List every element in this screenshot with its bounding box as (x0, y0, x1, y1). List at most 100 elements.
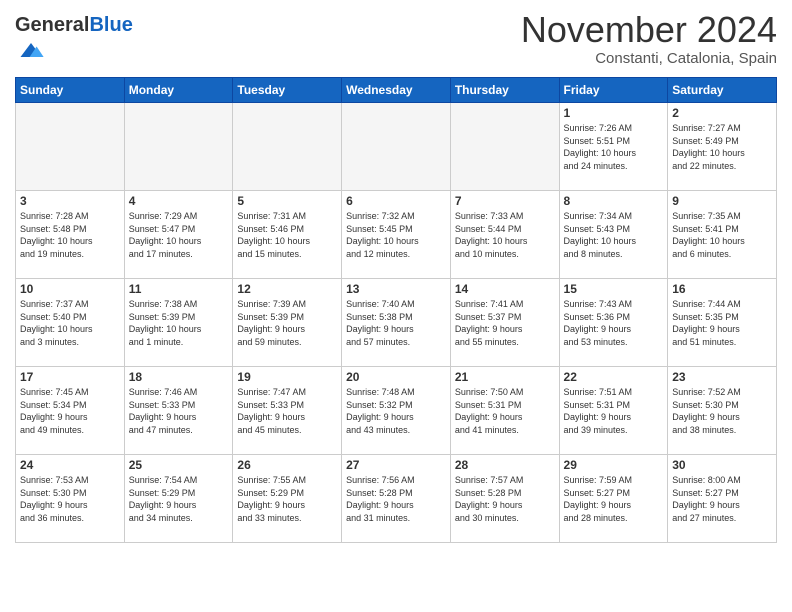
day-info: Sunrise: 7:45 AM Sunset: 5:34 PM Dayligh… (20, 386, 120, 436)
day-number: 27 (346, 458, 446, 472)
calendar-header-sunday: Sunday (16, 78, 125, 103)
calendar-day: 18Sunrise: 7:46 AM Sunset: 5:33 PM Dayli… (124, 367, 233, 455)
calendar-day: 12Sunrise: 7:39 AM Sunset: 5:39 PM Dayli… (233, 279, 342, 367)
location: Constanti, Catalonia, Spain (521, 50, 777, 67)
calendar-header-tuesday: Tuesday (233, 78, 342, 103)
day-info: Sunrise: 8:00 AM Sunset: 5:27 PM Dayligh… (672, 474, 772, 524)
day-info: Sunrise: 7:27 AM Sunset: 5:49 PM Dayligh… (672, 122, 772, 172)
calendar-day: 9 Sunrise: 7:35 AM Sunset: 5:41 PM Daylig… (668, 191, 777, 279)
day-number: 9 (672, 194, 772, 208)
day-number: 30 (672, 458, 772, 472)
day-info: Sunrise: 7:33 AM Sunset: 5:44 PM Dayligh… (455, 210, 555, 260)
calendar-day (233, 103, 342, 191)
day-info: Sunrise: 7:47 AM Sunset: 5:33 PM Dayligh… (237, 386, 337, 436)
day-number: 6 (346, 194, 446, 208)
day-info: Sunrise: 7:59 AM Sunset: 5:27 PM Dayligh… (564, 474, 664, 524)
calendar-day (450, 103, 559, 191)
calendar-day: 26 Sunrise: 7:55 AM Sunset: 5:29 PM Dayli… (233, 455, 342, 543)
calendar-week-3: 17Sunrise: 7:45 AM Sunset: 5:34 PM Dayli… (16, 367, 777, 455)
calendar-week-1: 3Sunrise: 7:28 AM Sunset: 5:48 PM Daylig… (16, 191, 777, 279)
logo-text: GeneralBlue (15, 14, 133, 36)
day-info: Sunrise: 7:29 AM Sunset: 5:47 PM Dayligh… (129, 210, 229, 260)
day-info: Sunrise: 7:51 AM Sunset: 5:31 PM Dayligh… (564, 386, 664, 436)
day-info: Sunrise: 7:38 AM Sunset: 5:39 PM Dayligh… (129, 298, 229, 348)
day-number: 16 (672, 282, 772, 296)
calendar-day (16, 103, 125, 191)
calendar-day: 21Sunrise: 7:50 AM Sunset: 5:31 PM Dayli… (450, 367, 559, 455)
day-number: 24 (20, 458, 120, 472)
day-info: Sunrise: 7:46 AM Sunset: 5:33 PM Dayligh… (129, 386, 229, 436)
logo-general: General (15, 14, 89, 36)
day-number: 28 (455, 458, 555, 472)
day-info: Sunrise: 7:35 AM Sunset: 5:41 PM Dayligh… (672, 210, 772, 260)
day-number: 11 (129, 282, 229, 296)
calendar-day: 3Sunrise: 7:28 AM Sunset: 5:48 PM Daylig… (16, 191, 125, 279)
day-number: 13 (346, 282, 446, 296)
calendar-day: 27 Sunrise: 7:56 AM Sunset: 5:28 PM Dayli… (342, 455, 451, 543)
calendar-day: 6 Sunrise: 7:32 AM Sunset: 5:45 PM Daylig… (342, 191, 451, 279)
day-info: Sunrise: 7:41 AM Sunset: 5:37 PM Dayligh… (455, 298, 555, 348)
day-number: 4 (129, 194, 229, 208)
day-info: Sunrise: 7:55 AM Sunset: 5:29 PM Dayligh… (237, 474, 337, 524)
day-number: 15 (564, 282, 664, 296)
day-info: Sunrise: 7:32 AM Sunset: 5:45 PM Dayligh… (346, 210, 446, 260)
calendar-day: 24 Sunrise: 7:53 AM Sunset: 5:30 PM Dayli… (16, 455, 125, 543)
calendar-day: 8 Sunrise: 7:34 AM Sunset: 5:43 PM Daylig… (559, 191, 668, 279)
calendar-day: 10 Sunrise: 7:37 AM Sunset: 5:40 PM Dayli… (16, 279, 125, 367)
day-info: Sunrise: 7:57 AM Sunset: 5:28 PM Dayligh… (455, 474, 555, 524)
calendar-day: 11 Sunrise: 7:38 AM Sunset: 5:39 PM Dayli… (124, 279, 233, 367)
calendar-day: 5 Sunrise: 7:31 AM Sunset: 5:46 PM Daylig… (233, 191, 342, 279)
calendar-day: 14 Sunrise: 7:41 AM Sunset: 5:37 PM Dayli… (450, 279, 559, 367)
day-info: Sunrise: 7:48 AM Sunset: 5:32 PM Dayligh… (346, 386, 446, 436)
calendar-day: 20Sunrise: 7:48 AM Sunset: 5:32 PM Dayli… (342, 367, 451, 455)
day-info: Sunrise: 7:26 AM Sunset: 5:51 PM Dayligh… (564, 122, 664, 172)
logo-icon (17, 36, 45, 64)
calendar-day: 23Sunrise: 7:52 AM Sunset: 5:30 PM Dayli… (668, 367, 777, 455)
day-number: 14 (455, 282, 555, 296)
calendar-header-saturday: Saturday (668, 78, 777, 103)
calendar-day: 2 Sunrise: 7:27 AM Sunset: 5:49 PM Daylig… (668, 103, 777, 191)
calendar-header-wednesday: Wednesday (342, 78, 451, 103)
calendar-day (342, 103, 451, 191)
day-number: 26 (237, 458, 337, 472)
calendar-day: 15 Sunrise: 7:43 AM Sunset: 5:36 PM Dayli… (559, 279, 668, 367)
calendar-day: 19 Sunrise: 7:47 AM Sunset: 5:33 PM Dayli… (233, 367, 342, 455)
day-info: Sunrise: 7:54 AM Sunset: 5:29 PM Dayligh… (129, 474, 229, 524)
day-number: 22 (564, 370, 664, 384)
calendar-day: 30 Sunrise: 8:00 AM Sunset: 5:27 PM Dayli… (668, 455, 777, 543)
calendar-day: 25Sunrise: 7:54 AM Sunset: 5:29 PM Dayli… (124, 455, 233, 543)
logo: GeneralBlue (15, 14, 133, 69)
calendar-day: 29 Sunrise: 7:59 AM Sunset: 5:27 PM Dayli… (559, 455, 668, 543)
day-number: 5 (237, 194, 337, 208)
day-info: Sunrise: 7:56 AM Sunset: 5:28 PM Dayligh… (346, 474, 446, 524)
calendar-day: 13Sunrise: 7:40 AM Sunset: 5:38 PM Dayli… (342, 279, 451, 367)
day-number: 10 (20, 282, 120, 296)
calendar-day (124, 103, 233, 191)
day-info: Sunrise: 7:34 AM Sunset: 5:43 PM Dayligh… (564, 210, 664, 260)
day-number: 21 (455, 370, 555, 384)
calendar-day: 16Sunrise: 7:44 AM Sunset: 5:35 PM Dayli… (668, 279, 777, 367)
day-info: Sunrise: 7:53 AM Sunset: 5:30 PM Dayligh… (20, 474, 120, 524)
day-info: Sunrise: 7:39 AM Sunset: 5:39 PM Dayligh… (237, 298, 337, 348)
day-number: 2 (672, 106, 772, 120)
calendar-day: 7 Sunrise: 7:33 AM Sunset: 5:44 PM Daylig… (450, 191, 559, 279)
day-number: 19 (237, 370, 337, 384)
logo-blue: Blue (89, 14, 132, 36)
calendar-day: 1Sunrise: 7:26 AM Sunset: 5:51 PM Daylig… (559, 103, 668, 191)
day-info: Sunrise: 7:37 AM Sunset: 5:40 PM Dayligh… (20, 298, 120, 348)
calendar: SundayMondayTuesdayWednesdayThursdayFrid… (15, 77, 777, 543)
page: GeneralBlue November 2024 Constanti, Cat… (0, 0, 792, 612)
calendar-header-thursday: Thursday (450, 78, 559, 103)
calendar-header-row: SundayMondayTuesdayWednesdayThursdayFrid… (16, 78, 777, 103)
day-number: 8 (564, 194, 664, 208)
day-number: 7 (455, 194, 555, 208)
day-info: Sunrise: 7:43 AM Sunset: 5:36 PM Dayligh… (564, 298, 664, 348)
day-info: Sunrise: 7:52 AM Sunset: 5:30 PM Dayligh… (672, 386, 772, 436)
calendar-header-friday: Friday (559, 78, 668, 103)
day-info: Sunrise: 7:31 AM Sunset: 5:46 PM Dayligh… (237, 210, 337, 260)
day-number: 29 (564, 458, 664, 472)
title-area: November 2024 Constanti, Catalonia, Spai… (521, 10, 777, 67)
calendar-day: 28 Sunrise: 7:57 AM Sunset: 5:28 PM Dayli… (450, 455, 559, 543)
calendar-week-4: 24 Sunrise: 7:53 AM Sunset: 5:30 PM Dayli… (16, 455, 777, 543)
calendar-day: 4 Sunrise: 7:29 AM Sunset: 5:47 PM Daylig… (124, 191, 233, 279)
